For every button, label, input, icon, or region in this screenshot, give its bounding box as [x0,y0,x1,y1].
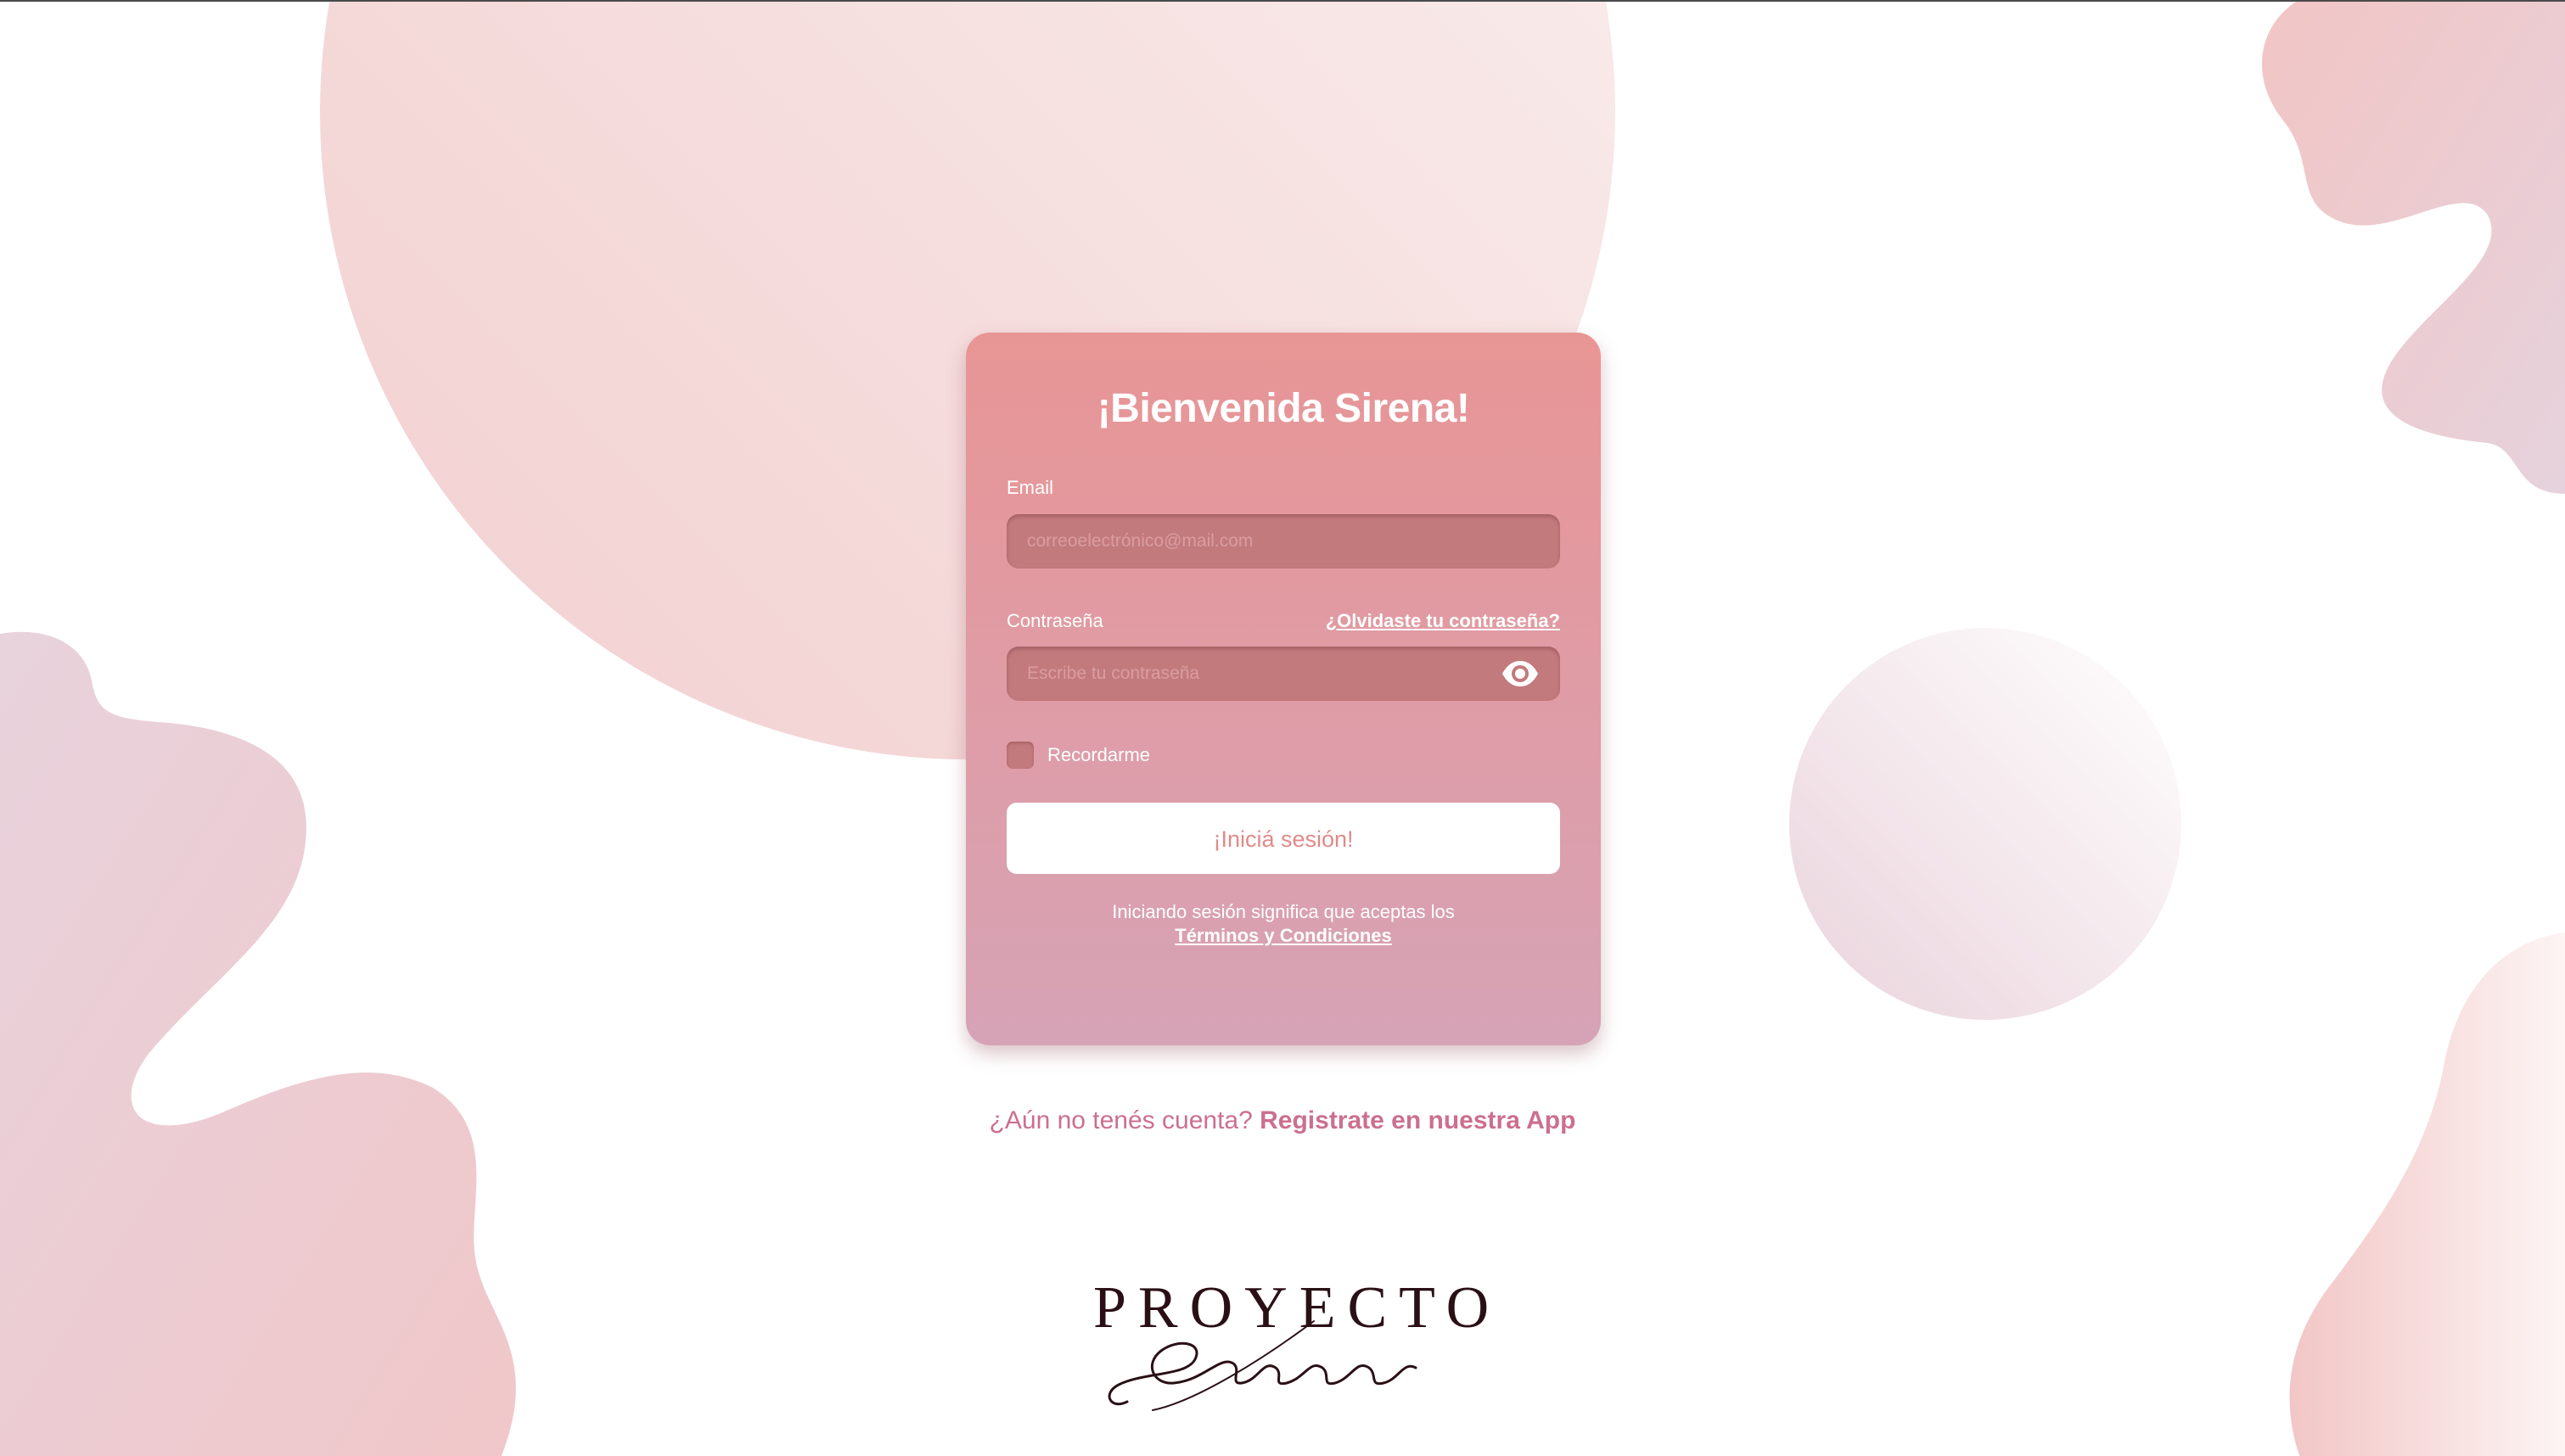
terms-text: Iniciando sesión significa que aceptas l… [1112,901,1455,922]
logo-script-swash [1108,1320,1417,1411]
password-label: Contraseña [1007,610,1103,631]
forgot-password-link[interactable]: ¿Olvidaste tu contraseña? [1326,610,1560,632]
left-blob [0,631,516,1456]
eye-icon[interactable] [1501,660,1540,687]
remember-row: Recordarme [1007,742,1150,769]
welcome-title: ¡Bienvenida Sirena! [1097,386,1470,431]
signup-prompt: ¿Aún no tenés cuenta? Registrate en nues… [0,1106,2565,1135]
remember-checkbox[interactable] [1007,742,1034,769]
bottom-right-blob [2289,932,2565,1456]
top-right-blob [2261,2,2565,494]
small-decorative-circle [1789,628,2181,1020]
password-field[interactable] [1007,647,1560,701]
page: ¡Bienvenida Sirena! Email Contraseña ¿Ol… [0,0,2565,1456]
password-field-container [1007,647,1560,701]
remember-label: Recordarme [1047,744,1151,765]
login-button[interactable]: ¡Iniciá sesión! [1007,803,1560,874]
email-field[interactable] [1007,514,1560,568]
login-card: ¡Bienvenida Sirena! Email Contraseña ¿Ol… [966,333,1601,1045]
proyecto-sirenas-logo: PROYECTO [1093,1274,1489,1419]
email-label: Email [1007,477,1054,498]
terms-link[interactable]: Términos y Condiciones [1175,925,1392,946]
terms-link-row: Términos y Condiciones [966,925,1601,947]
signup-link[interactable]: Registrate en nuestra App [1260,1106,1575,1134]
email-field-container [1007,514,1560,568]
signup-prompt-text: ¿Aún no tenés cuenta? [989,1106,1253,1134]
